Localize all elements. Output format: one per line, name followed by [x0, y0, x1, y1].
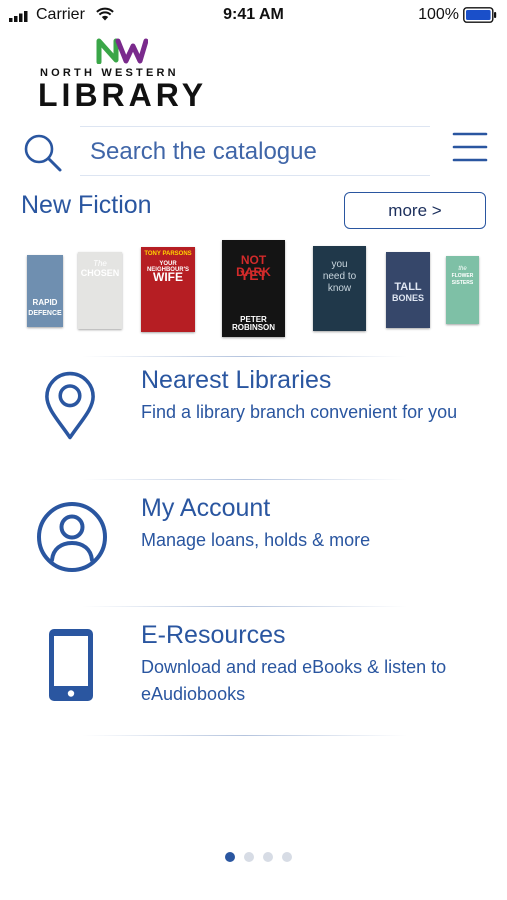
page-dot[interactable]: [225, 852, 235, 862]
mobile-phone-icon: [49, 629, 93, 701]
nearest-libraries-item[interactable]: Nearest Libraries Find a library branch …: [0, 360, 507, 470]
battery-percent: 100%: [418, 6, 459, 23]
new-fiction-heading: New Fiction: [21, 191, 152, 219]
item-title: My Account: [141, 494, 271, 522]
item-title: Nearest Libraries: [141, 366, 332, 394]
book-cover[interactable]: NOT DARK YET PETER ROBINSON: [222, 240, 285, 337]
location-pin-icon: [45, 371, 95, 440]
page-indicator[interactable]: [0, 852, 507, 864]
book-cover[interactable]: TONY PARSONS YOUR NEIGHBOUR'S WIFE: [141, 247, 195, 332]
divider: [82, 606, 407, 607]
item-description: Find a library branch convenient for you: [141, 402, 458, 422]
e-resources-item[interactable]: E-Resources Download and read eBooks & l…: [0, 615, 507, 725]
item-description: Download and read eBooks & listen to eAu…: [141, 657, 447, 704]
search-field: [80, 126, 430, 176]
book-carousel[interactable]: RAPID DEFENCE The CHOSEN TONY PARSONS YO…: [0, 240, 507, 340]
search-input[interactable]: [90, 135, 420, 169]
item-description: Manage loans, holds & more: [141, 530, 371, 550]
book-cover[interactable]: the FLOWER SISTERS: [446, 256, 479, 324]
page-dot[interactable]: [282, 852, 292, 862]
book-cover[interactable]: TALL BONES: [386, 252, 430, 328]
search-bar: [0, 120, 507, 180]
logo-mark: [96, 38, 148, 64]
divider: [82, 479, 407, 480]
more-button[interactable]: more >: [344, 192, 486, 229]
my-account-item[interactable]: My Account Manage loans, holds & more: [0, 488, 507, 598]
logo-line-2: LIBRARY: [38, 77, 208, 113]
hamburger-menu-icon[interactable]: [452, 130, 488, 164]
search-icon[interactable]: [22, 133, 64, 173]
divider: [82, 735, 407, 736]
page-dot[interactable]: [263, 852, 273, 862]
book-cover[interactable]: RAPID DEFENCE: [27, 255, 63, 327]
user-account-icon: [37, 502, 107, 572]
book-cover[interactable]: The CHOSEN: [78, 252, 122, 329]
page-dot[interactable]: [244, 852, 254, 862]
item-title: E-Resources: [141, 621, 286, 649]
library-logo: NORTH WESTERN LIBRARY: [38, 38, 208, 113]
book-cover[interactable]: you need to know: [313, 246, 366, 331]
divider: [82, 356, 407, 357]
battery-icon: [463, 7, 497, 23]
status-bar: Carrier 9:41 AM 100%: [0, 0, 507, 30]
